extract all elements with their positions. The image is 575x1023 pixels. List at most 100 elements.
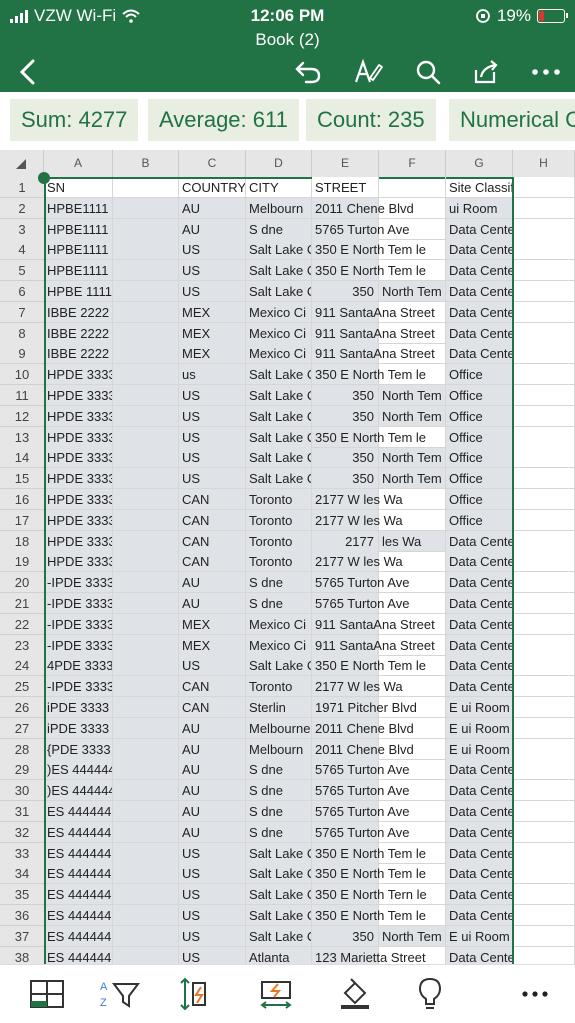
cell-c[interactable]: CAN — [179, 551, 246, 573]
cell-d[interactable]: Salt Lake C — [246, 925, 312, 947]
cell-f[interactable] — [379, 177, 446, 198]
cell-e[interactable]: 350 E North Tem le — [312, 842, 426, 864]
cell-c[interactable]: AU — [179, 717, 246, 739]
cell-c[interactable]: AU — [179, 759, 246, 781]
row-header[interactable]: 16 — [0, 489, 44, 510]
cell-h[interactable] — [513, 405, 575, 427]
cell-b[interactable] — [113, 551, 179, 573]
cell-e[interactable]: 350 — [312, 468, 379, 490]
cell-c[interactable]: CAN — [179, 489, 246, 510]
cell-g[interactable]: Office — [446, 364, 513, 386]
cell-a[interactable]: IBBE 2222 — [44, 343, 113, 365]
cell-d[interactable]: Mexico Ci — [246, 634, 312, 656]
cell-b[interactable] — [113, 821, 179, 843]
spreadsheet-grid[interactable]: A B C D E F G H 1 SN COUNTRY CITY STREET Site… — [0, 150, 575, 964]
sum-chip[interactable]: Sum: 4277 — [10, 99, 139, 141]
row-header[interactable]: 15 — [0, 468, 44, 490]
cell-h[interactable] — [513, 301, 575, 323]
cell-e[interactable]: 911 SantaAna Street — [312, 634, 435, 656]
cell-g[interactable]: Data Center — [446, 780, 519, 802]
cell-e[interactable]: 350 E North Tem le — [312, 239, 426, 261]
cell-h[interactable] — [513, 385, 575, 406]
cell-c[interactable]: AU — [179, 218, 246, 240]
row-header[interactable]: 19 — [0, 551, 44, 573]
cell-c[interactable]: US — [179, 239, 246, 261]
cell-b[interactable] — [113, 239, 179, 261]
column-header-c[interactable]: C — [179, 150, 246, 177]
cell-d[interactable]: Atlanta — [246, 946, 312, 964]
cell-d[interactable]: Salt Lake C — [246, 239, 312, 261]
cell-b[interactable] — [113, 842, 179, 864]
cell-c[interactable]: US — [179, 260, 246, 282]
row-header[interactable]: 9 — [0, 343, 44, 365]
ideas-button[interactable] — [408, 975, 452, 1013]
cell-h[interactable] — [513, 925, 575, 947]
column-header-d[interactable]: D — [246, 150, 312, 177]
cell-h[interactable] — [513, 197, 575, 219]
cell-g[interactable]: Data Center — [446, 801, 519, 822]
cell-e[interactable]: 5765 Turton Ave — [312, 780, 409, 802]
cell-e[interactable]: 5765 Turton Ave — [312, 218, 409, 240]
cell-c[interactable]: US — [179, 925, 246, 947]
cell-a[interactable]: HPDE 3333 — [44, 385, 113, 406]
row-header[interactable]: 1 — [0, 177, 44, 198]
cell-d[interactable]: Melbourne — [246, 717, 312, 739]
cell-h[interactable] — [513, 343, 575, 365]
cell-d[interactable]: Salt Lake C — [246, 842, 312, 864]
cell-h[interactable] — [513, 364, 575, 386]
cell-a[interactable]: HPDE 3333 — [44, 426, 113, 448]
row-header[interactable]: 26 — [0, 697, 44, 718]
row-header[interactable]: 12 — [0, 405, 44, 427]
row-header[interactable]: 17 — [0, 509, 44, 531]
cell-c[interactable]: MEX — [179, 322, 246, 344]
cell-b[interactable] — [113, 759, 179, 781]
row-header[interactable]: 38 — [0, 946, 44, 964]
row-header[interactable]: 30 — [0, 780, 44, 802]
cell-d[interactable]: Mexico Ci — [246, 322, 312, 344]
cell-d[interactable]: Toronto — [246, 676, 312, 698]
cell-c[interactable]: US — [179, 884, 246, 906]
cell-b[interactable] — [113, 572, 179, 594]
cell-h[interactable] — [513, 468, 575, 490]
cell-b[interactable] — [113, 884, 179, 906]
cell-a[interactable]: ES 444444 — [44, 801, 113, 822]
cell-h[interactable] — [513, 260, 575, 282]
cell-h[interactable] — [513, 530, 575, 552]
cell-b[interactable] — [113, 301, 179, 323]
cell-g[interactable]: Data Center — [446, 821, 519, 843]
cell-a[interactable]: )ES 444444 — [44, 759, 113, 781]
cell-e[interactable]: 350 — [312, 385, 379, 406]
cell-d[interactable]: S dne — [246, 572, 312, 594]
cell-f[interactable]: North Tem — [379, 447, 446, 469]
cell-c[interactable]: US — [179, 655, 246, 677]
cell-e[interactable]: 2177 W les Wa — [312, 676, 403, 698]
cell-h[interactable] — [513, 676, 575, 698]
select-all-corner[interactable] — [0, 150, 44, 177]
row-header[interactable]: 31 — [0, 801, 44, 822]
cell-e[interactable]: 5765 Turton Ave — [312, 801, 409, 822]
row-header[interactable]: 4 — [0, 239, 44, 261]
row-header[interactable]: 25 — [0, 676, 44, 698]
cell-g[interactable]: Data Center — [446, 946, 519, 964]
cell-a[interactable]: HPBE1111 — [44, 239, 113, 261]
cell-h[interactable] — [513, 863, 575, 885]
row-header[interactable]: 6 — [0, 281, 44, 302]
cell-h[interactable] — [513, 239, 575, 261]
cell-h[interactable] — [513, 551, 575, 573]
cell-b[interactable] — [113, 385, 179, 406]
cell-f[interactable]: North Tem — [379, 405, 446, 427]
cell-c[interactable]: AU — [179, 738, 246, 760]
cell-e[interactable]: 123 Marietta Street — [312, 946, 426, 964]
column-header-h[interactable]: H — [513, 150, 575, 177]
cell-d[interactable]: Salt Lake C — [246, 260, 312, 282]
cell-a[interactable]: HPBE 1111 — [44, 281, 113, 302]
cell-h[interactable] — [513, 281, 575, 302]
cell-g[interactable]: Office — [446, 509, 513, 531]
row-header[interactable]: 29 — [0, 759, 44, 781]
cell-g[interactable]: E ui Room — [446, 717, 513, 739]
cell-e[interactable]: 2177 — [312, 530, 379, 552]
cell-h[interactable] — [513, 738, 575, 760]
cell-h[interactable] — [513, 426, 575, 448]
cell-h[interactable] — [513, 759, 575, 781]
cell-h[interactable] — [513, 489, 575, 510]
